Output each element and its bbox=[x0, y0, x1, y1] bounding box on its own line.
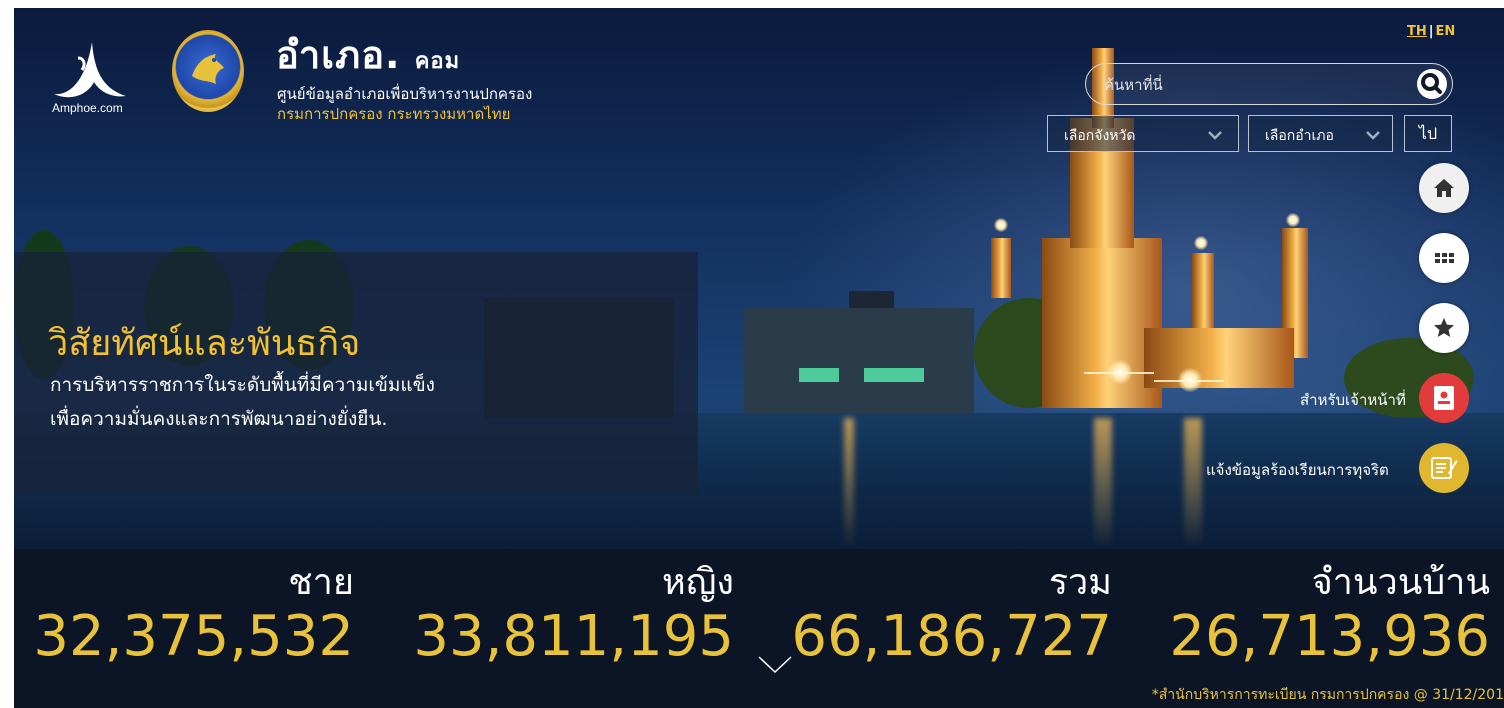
favorite-button[interactable] bbox=[1419, 303, 1469, 353]
background-window bbox=[864, 368, 924, 382]
apps-button[interactable] bbox=[1419, 233, 1469, 283]
search-icon bbox=[1421, 73, 1442, 94]
star-icon bbox=[1434, 318, 1454, 337]
stat-female: หญิง 33,811,195 bbox=[404, 561, 734, 669]
stat-male: ชาย 32,375,532 bbox=[24, 561, 354, 669]
language-switcher: TH | EN bbox=[1407, 24, 1455, 39]
hero-banner: Amphoe.com อำเภอ. คอม ศูนย์ข้อมูลอำเภอเพ… bbox=[14, 8, 1504, 708]
background-building bbox=[849, 291, 894, 308]
report-button[interactable] bbox=[1419, 443, 1469, 493]
lamp-flare bbox=[1084, 372, 1154, 374]
complaint-form-icon bbox=[1431, 457, 1458, 479]
search-bar bbox=[1085, 63, 1453, 105]
lamp-light bbox=[1194, 236, 1208, 250]
site-title-main: อำเภอ. bbox=[276, 33, 401, 77]
district-select-label: เลือกอำเภอ bbox=[1265, 128, 1334, 144]
lang-en-link[interactable]: EN bbox=[1436, 24, 1456, 39]
officer-button[interactable] bbox=[1419, 373, 1469, 423]
population-stats-bar: ชาย 32,375,532 หญิง 33,811,195 รวม 66,18… bbox=[14, 549, 1504, 708]
background-building bbox=[744, 308, 974, 413]
lamp-light bbox=[994, 218, 1008, 232]
light-reflection bbox=[1094, 418, 1112, 548]
district-select[interactable]: เลือกอำเภอ bbox=[1248, 115, 1393, 152]
lang-separator: | bbox=[1428, 24, 1434, 39]
vision-title: วิสัยทัศน์และพันธกิจ bbox=[48, 323, 361, 364]
id-badge-icon bbox=[1434, 386, 1454, 410]
background-window bbox=[799, 368, 839, 382]
amphoe-logo-icon bbox=[54, 42, 126, 98]
vision-text-line: เพื่อความมั่นคงและการพัฒนาอย่างยั่งยืน. bbox=[50, 408, 388, 430]
search-input[interactable] bbox=[1104, 74, 1404, 96]
light-reflection bbox=[844, 418, 854, 548]
lang-th-link[interactable]: TH bbox=[1407, 24, 1427, 39]
logo-caption: Amphoe.com bbox=[52, 101, 123, 115]
site-title-suffix: คอม bbox=[414, 49, 461, 74]
site-title[interactable]: อำเภอ. คอม bbox=[276, 24, 460, 85]
stat-houses-label: จำนวนบ้าน bbox=[1311, 562, 1490, 603]
department-seal-icon bbox=[172, 30, 244, 112]
data-source-note: *สำนักบริหารการทะเบียน กรมการปกครอง @ 31… bbox=[1151, 687, 1504, 703]
lamp-light bbox=[1286, 213, 1300, 227]
vision-text-line: การบริหารราชการในระดับพื้นที่มีความเข้มแ… bbox=[50, 374, 435, 396]
go-button[interactable]: ไป bbox=[1404, 115, 1452, 152]
report-link-label[interactable]: แจ้งข้อมูลร้องเรียนการทุจริต bbox=[1206, 458, 1389, 482]
stat-female-value: 33,811,195 bbox=[413, 604, 734, 669]
stat-female-label: หญิง bbox=[662, 562, 734, 603]
vision-panel: วิสัยทัศน์และพันธกิจ การบริหารราชการในระ… bbox=[14, 252, 698, 494]
lamp-flare bbox=[1154, 380, 1224, 382]
stat-male-value: 32,375,532 bbox=[33, 604, 354, 669]
province-select[interactable]: เลือกจังหวัด bbox=[1047, 115, 1239, 152]
home-button[interactable] bbox=[1419, 163, 1469, 213]
temple-base bbox=[1144, 328, 1294, 388]
grid-icon bbox=[1435, 253, 1454, 263]
stat-houses-value: 26,713,936 bbox=[1169, 604, 1490, 669]
province-select-label: เลือกจังหวัด bbox=[1064, 128, 1136, 144]
scroll-down-icon[interactable] bbox=[757, 655, 793, 675]
stat-houses: จำนวนบ้าน 26,713,936 bbox=[1160, 561, 1490, 669]
stat-total-label: รวม bbox=[1048, 562, 1112, 603]
officer-link-label[interactable]: สำหรับเจ้าหน้าที่ bbox=[1300, 388, 1406, 412]
stat-male-label: ชาย bbox=[288, 562, 354, 603]
search-button[interactable] bbox=[1417, 69, 1447, 99]
stat-total: รวม 66,186,727 bbox=[782, 561, 1112, 669]
temple-spire bbox=[991, 238, 1011, 298]
department-name: กรมการปกครอง กระทรวงมหาดไทย bbox=[277, 105, 511, 123]
chevron-down-icon bbox=[1366, 131, 1380, 140]
chevron-down-icon bbox=[1208, 131, 1222, 140]
stat-total-value: 66,186,727 bbox=[791, 604, 1112, 669]
home-icon bbox=[1434, 179, 1454, 197]
light-reflection bbox=[1184, 418, 1202, 548]
